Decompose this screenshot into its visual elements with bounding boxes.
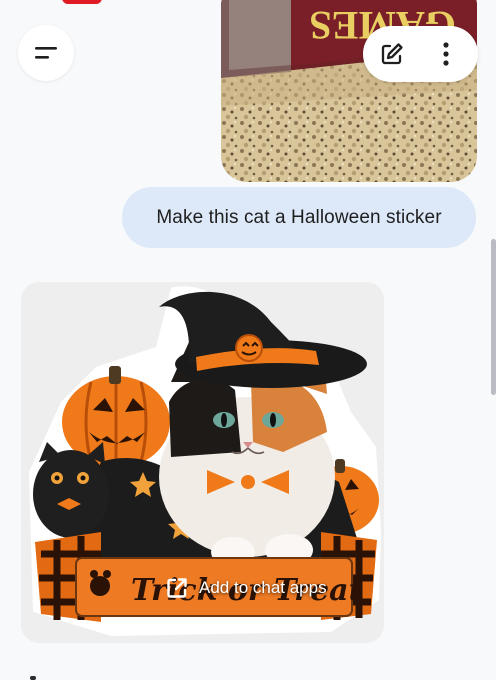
more-vertical-icon	[443, 42, 449, 66]
add-to-chat-apps-label: Add to chat apps	[199, 578, 327, 597]
user-message-text: Make this cat a Halloween sticker	[156, 206, 442, 228]
menu-button[interactable]	[18, 25, 74, 81]
add-to-chat-apps-button[interactable]: Add to chat apps	[165, 576, 327, 600]
response-loading-dot	[30, 676, 36, 680]
menu-icon	[35, 47, 57, 59]
edit-icon	[381, 43, 403, 65]
notification-indicator	[62, 0, 102, 4]
edit-button[interactable]	[363, 26, 421, 82]
image-actions	[363, 26, 478, 82]
user-message-bubble: Make this cat a Halloween sticker	[122, 187, 476, 248]
scrollbar-thumb[interactable]	[491, 239, 496, 395]
open-external-icon	[167, 578, 187, 598]
chat-screen: GAMES Make this cat a Halloween sticker	[0, 0, 496, 680]
more-options-button[interactable]	[421, 26, 471, 82]
